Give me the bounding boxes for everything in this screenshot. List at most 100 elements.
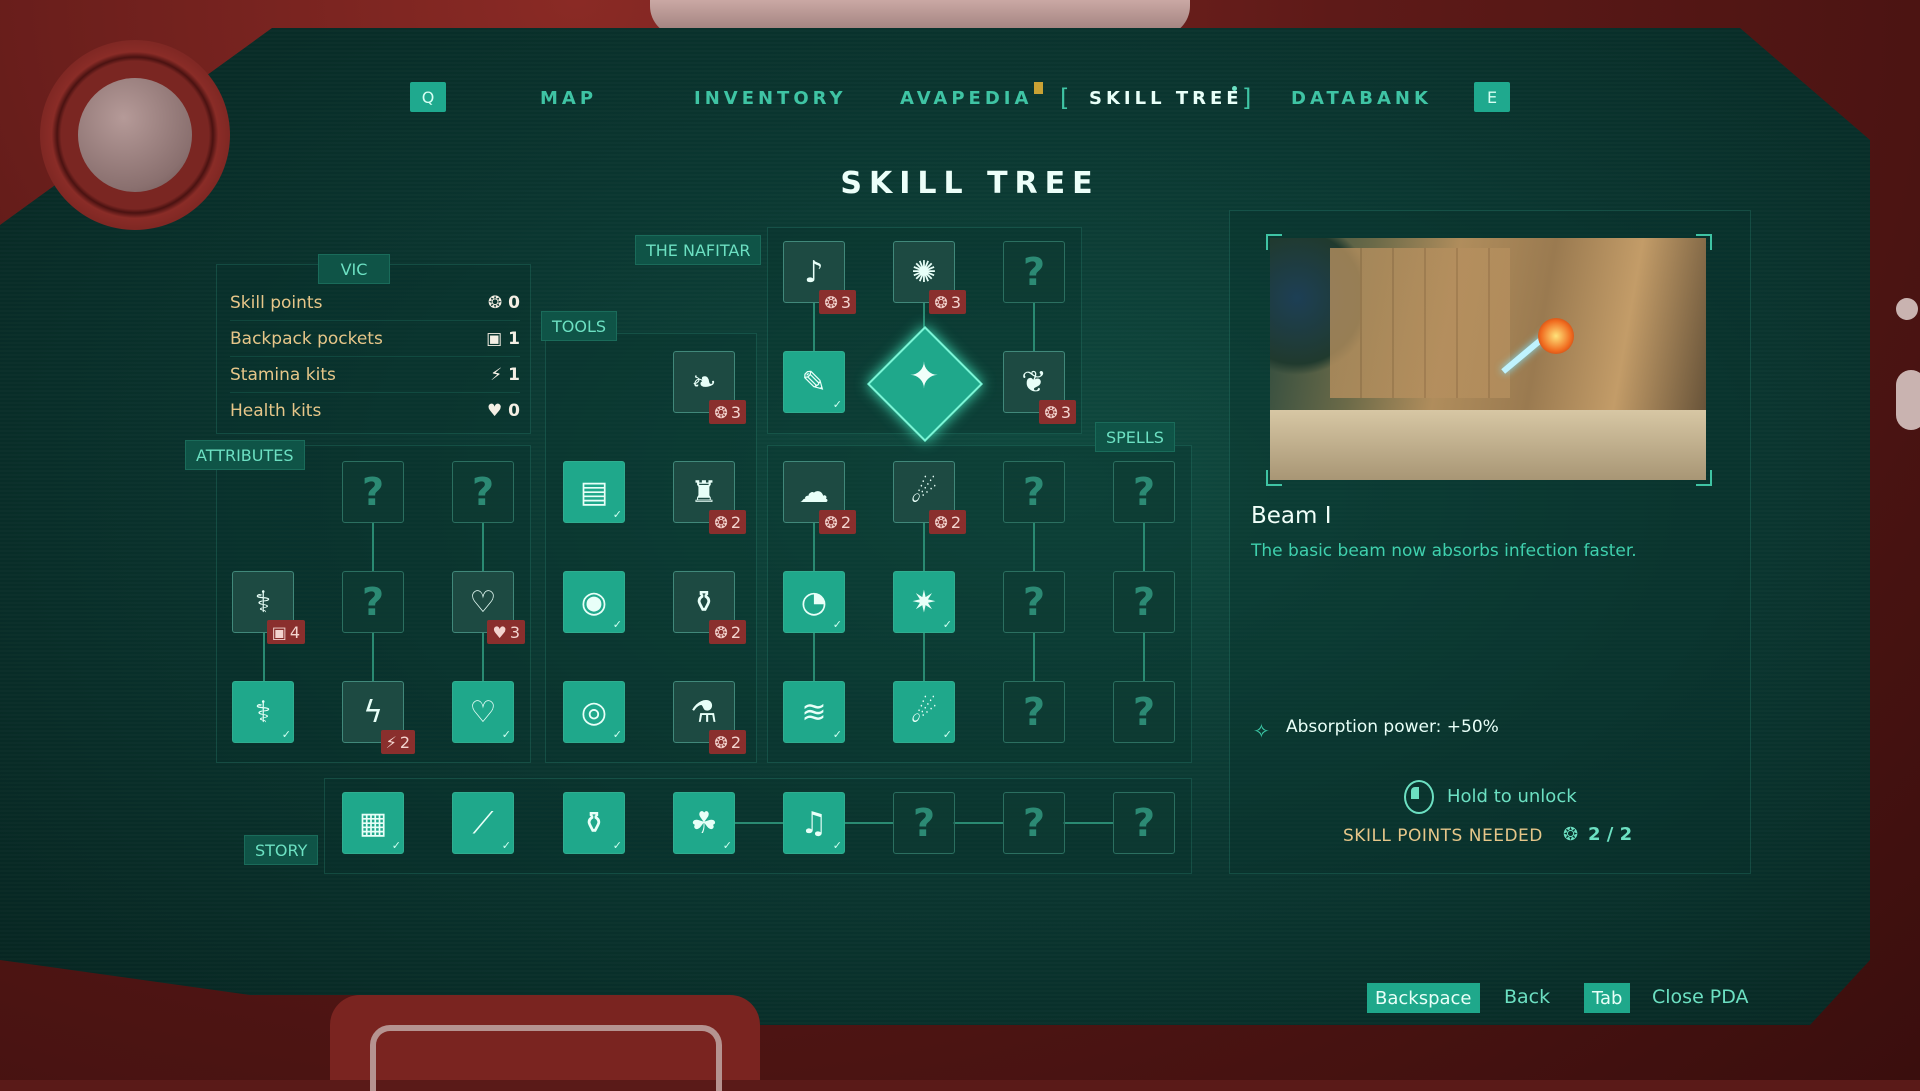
check-icon: ✓ bbox=[832, 618, 842, 631]
tree-connector bbox=[1143, 632, 1145, 682]
attribute-skill-heart[interactable]: ♡ ✓ bbox=[452, 681, 514, 743]
tab-map[interactable]: MAP bbox=[540, 88, 597, 109]
check-icon: ✓ bbox=[612, 618, 622, 631]
back-hint[interactable]: Back bbox=[1504, 986, 1550, 1008]
nafitar-skill-flute[interactable]: ♪ ❂ 3 bbox=[783, 241, 856, 314]
spell-skill-wind[interactable]: ☁ ❂ 2 bbox=[783, 461, 856, 534]
creature-icon: ☘ bbox=[690, 805, 718, 841]
skill-points-needed-value: 2 / 2 bbox=[1588, 824, 1633, 845]
spell-skill-locked[interactable]: ? bbox=[1003, 681, 1065, 743]
story-skill-locked[interactable]: ? bbox=[1113, 792, 1175, 854]
story-skill-music[interactable]: ♫ ✓ bbox=[783, 792, 845, 854]
story-skill-locked[interactable]: ? bbox=[1003, 792, 1065, 854]
attribute-skill-backpack-plus[interactable]: ⚕ ▣ 4 bbox=[232, 571, 305, 644]
attribute-skill-locked[interactable]: ? bbox=[342, 571, 404, 633]
tools-skill-lantern[interactable]: ♜ ❂ 2 bbox=[673, 461, 746, 534]
skill-name: Beam I bbox=[1251, 503, 1332, 529]
check-icon: ✓ bbox=[832, 839, 842, 852]
backpack-icon: ⚕ bbox=[254, 694, 272, 730]
story-skill-creature[interactable]: ☘ ✓ bbox=[673, 792, 735, 854]
pot-icon: ⚱ bbox=[581, 805, 607, 841]
attribute-skill-locked[interactable]: ? bbox=[342, 461, 404, 523]
cost-badge: ❂ 3 bbox=[819, 290, 856, 314]
spell-skill-splash[interactable]: ✷ ✓ bbox=[893, 571, 955, 633]
pda-side-knob bbox=[1896, 370, 1920, 430]
check-icon: ✓ bbox=[942, 728, 952, 741]
tree-connector bbox=[372, 522, 374, 572]
stat-skill-points: Skill points ❂ 0 bbox=[230, 285, 520, 321]
cost-badge: ❂ 2 bbox=[709, 620, 746, 644]
spell-skill-locked[interactable]: ? bbox=[1003, 461, 1065, 523]
stat-backpack-pockets: Backpack pockets ▣ 1 bbox=[230, 321, 520, 357]
attribute-skill-stamina-plus[interactable]: ϟ ⚡ 2 bbox=[342, 681, 415, 754]
tree-connector bbox=[923, 522, 925, 572]
tab-key[interactable]: Tab bbox=[1584, 983, 1631, 1013]
tools-skill-recipe[interactable]: ⚗ ❂ 2 bbox=[673, 681, 746, 754]
tree-connector bbox=[263, 632, 265, 682]
stat-stamina-kits: Stamina kits ⚡ 1 bbox=[230, 357, 520, 393]
cost-badge: ❂ 2 bbox=[819, 510, 856, 534]
swirl-icon: ✺ bbox=[911, 254, 937, 290]
nafitar-skill-locked[interactable]: ? bbox=[1003, 241, 1065, 303]
backpack-plus-icon: ⚕ bbox=[254, 584, 272, 620]
spell-skill-gust[interactable]: ≋ ✓ bbox=[783, 681, 845, 743]
pda-bottom-latch bbox=[330, 995, 760, 1091]
tools-label: TOOLS bbox=[541, 311, 618, 341]
next-tab-key[interactable]: E bbox=[1474, 82, 1510, 112]
check-icon: ✓ bbox=[832, 728, 842, 741]
tools-skill-scanner[interactable]: ▤ ✓ bbox=[563, 461, 625, 523]
spell-skill-locked[interactable]: ? bbox=[1113, 681, 1175, 743]
nafitar-skill-swirl[interactable]: ✺ ❂ 3 bbox=[893, 241, 966, 314]
spell-skill-locked[interactable]: ? bbox=[1003, 571, 1065, 633]
tab-skill-tree[interactable]: SKILL TREE bbox=[1089, 88, 1243, 109]
spell-skill-fireball[interactable]: ☄ ❂ 2 bbox=[893, 461, 966, 534]
spell-skill-meteor[interactable]: ☄ ✓ bbox=[893, 681, 955, 743]
cost-badge: ❂ 3 bbox=[929, 290, 966, 314]
active-tab-bracket: ] bbox=[1242, 84, 1252, 112]
pda-tab-bar: Q MAP INVENTORY AVAPEDIA [ SKILL TREE ] … bbox=[0, 82, 1920, 118]
vic-label: VIC bbox=[318, 254, 390, 284]
check-icon: ✓ bbox=[612, 508, 622, 521]
stat-health-kits: Health kits ♥ 0 bbox=[230, 400, 520, 421]
skill-preview-image bbox=[1270, 238, 1706, 480]
skill-point-icon: ❂ bbox=[487, 292, 503, 313]
attribute-skill-backpack[interactable]: ⚕ ✓ bbox=[232, 681, 294, 743]
spell-skill-timed-wind[interactable]: ◔ ✓ bbox=[783, 571, 845, 633]
tree-connector bbox=[1033, 632, 1035, 682]
tools-skill-vortex[interactable]: ◎ ✓ bbox=[563, 681, 625, 743]
attributes-label: ATTRIBUTES bbox=[185, 440, 305, 470]
hold-to-unlock-button[interactable]: Hold to unlock bbox=[1447, 786, 1577, 807]
attribute-skill-heart-plus[interactable]: ♡ ♥ 3 bbox=[452, 571, 525, 644]
tab-avapedia[interactable]: AVAPEDIA bbox=[900, 88, 1032, 109]
preview-corner bbox=[1696, 470, 1712, 486]
recipe-icon: ⚗ bbox=[690, 694, 718, 730]
story-skill-staff[interactable]: ⟋ ✓ bbox=[452, 792, 514, 854]
cost-badge: ❂ 3 bbox=[709, 400, 746, 424]
vortex-icon: ◎ bbox=[580, 694, 608, 730]
backspace-key[interactable]: Backspace bbox=[1367, 983, 1480, 1013]
tab-inventory[interactable]: INVENTORY bbox=[694, 88, 847, 109]
tree-connector bbox=[1063, 822, 1113, 824]
story-skill-locked[interactable]: ? bbox=[893, 792, 955, 854]
backpack-icon: ▣ bbox=[486, 328, 503, 349]
spell-skill-locked[interactable]: ? bbox=[1113, 461, 1175, 523]
tools-skill-plant[interactable]: ❧ ❂ 3 bbox=[673, 351, 746, 424]
tools-skill-eye[interactable]: ◉ ✓ bbox=[563, 571, 625, 633]
check-icon: ✓ bbox=[501, 839, 511, 852]
close-pda-hint[interactable]: Close PDA bbox=[1652, 986, 1749, 1008]
heart-icon: ♥ bbox=[486, 400, 503, 421]
heart-icon: ♡ bbox=[469, 694, 497, 730]
story-skill-pot[interactable]: ⚱ ✓ bbox=[563, 792, 625, 854]
attribute-skill-locked[interactable]: ? bbox=[452, 461, 514, 523]
check-icon: ✓ bbox=[722, 839, 732, 852]
prev-tab-key[interactable]: Q bbox=[410, 82, 446, 112]
scanner-icon: ▤ bbox=[579, 474, 609, 510]
spell-skill-locked[interactable]: ? bbox=[1113, 571, 1175, 633]
cost-badge: ❂ 2 bbox=[709, 510, 746, 534]
nafitar-skill-beam-tool[interactable]: ✎ ✓ bbox=[783, 351, 845, 413]
tab-databank[interactable]: DATABANK bbox=[1291, 88, 1432, 109]
tools-skill-pot[interactable]: ⚱ ❂ 2 bbox=[673, 571, 746, 644]
nafitar-skill-creatures[interactable]: ❦ ❂ 3 bbox=[1003, 351, 1076, 424]
pda-side-knob bbox=[1896, 298, 1918, 320]
story-skill-map[interactable]: ▦ ✓ bbox=[342, 792, 404, 854]
